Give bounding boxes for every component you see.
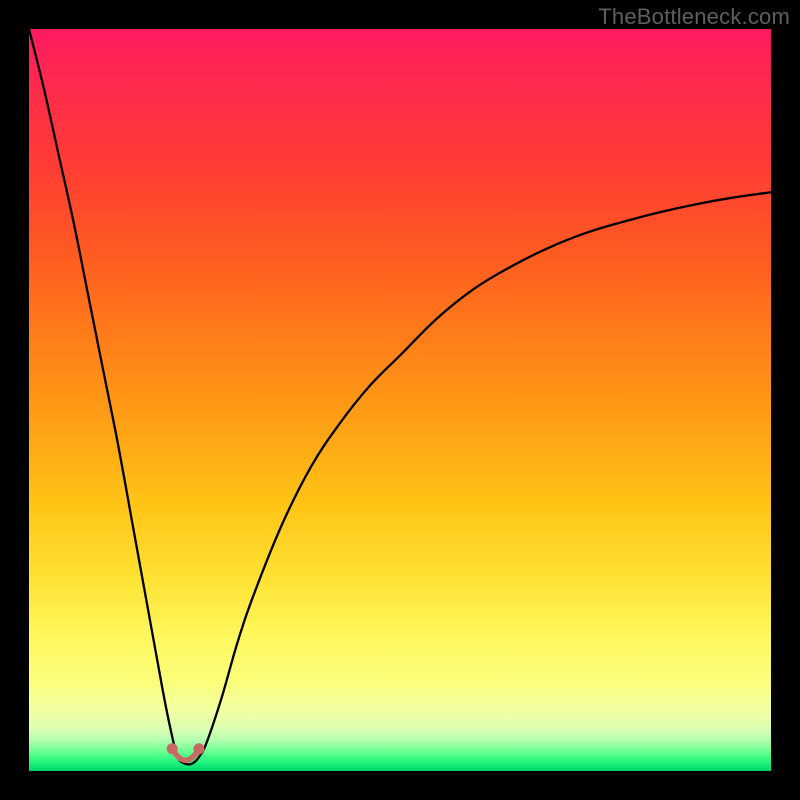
minimum-marker-arc <box>172 749 199 761</box>
bottleneck-curve-svg <box>29 29 771 771</box>
outer-frame: TheBottleneck.com <box>0 0 800 800</box>
bottleneck-curve <box>29 29 771 765</box>
attribution-text: TheBottleneck.com <box>598 4 790 30</box>
plot-area <box>29 29 771 771</box>
